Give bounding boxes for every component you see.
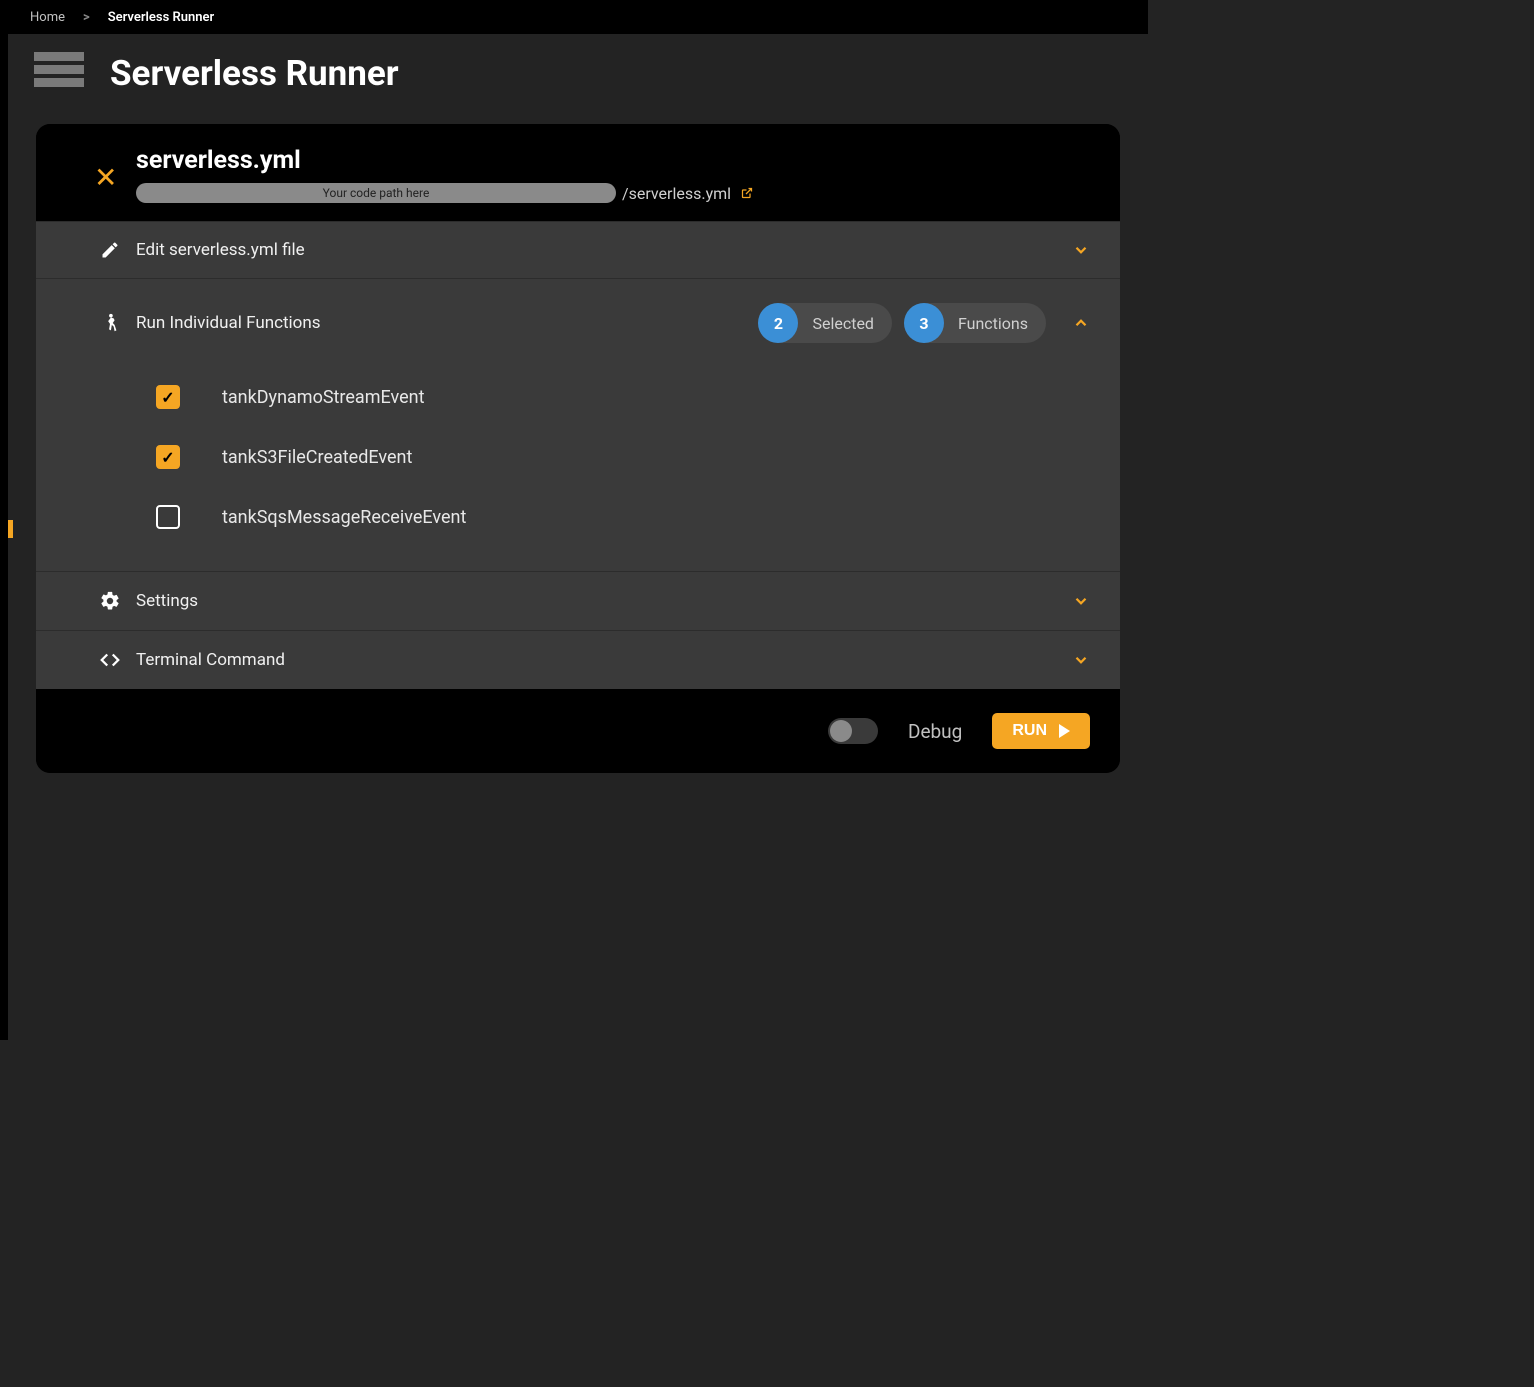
functions-count: 3 bbox=[904, 303, 944, 343]
function-row[interactable]: tankS3FileCreatedEvent bbox=[36, 427, 1120, 487]
pencil-icon bbox=[98, 240, 122, 260]
section-settings: Settings bbox=[36, 571, 1120, 630]
function-name: tankDynamoStreamEvent bbox=[222, 387, 424, 408]
section-terminal-label: Terminal Command bbox=[136, 650, 1058, 670]
function-count-badges: 2 Selected 3 Functions bbox=[758, 303, 1046, 343]
code-icon bbox=[98, 649, 122, 671]
breadcrumb-home[interactable]: Home bbox=[30, 10, 65, 25]
page-title: Serverless Runner bbox=[110, 53, 399, 94]
file-name: serverless.yml bbox=[136, 146, 1090, 175]
function-checkbox[interactable] bbox=[156, 385, 180, 409]
functions-label: Functions bbox=[958, 314, 1028, 333]
breadcrumb-current: Serverless Runner bbox=[108, 10, 215, 25]
play-icon bbox=[1059, 724, 1070, 738]
section-run-label: Run Individual Functions bbox=[136, 313, 744, 333]
close-icon[interactable]: ✕ bbox=[94, 164, 117, 192]
function-list: tankDynamoStreamEvent tankS3FileCreatedE… bbox=[36, 367, 1120, 571]
section-terminal: Terminal Command bbox=[36, 630, 1120, 689]
section-edit-label: Edit serverless.yml file bbox=[136, 240, 1058, 260]
toggle-knob bbox=[830, 720, 852, 742]
breadcrumb: Home > Serverless Runner bbox=[8, 0, 1148, 34]
code-path-input[interactable]: Your code path here bbox=[136, 183, 616, 203]
functions-badge: 3 Functions bbox=[904, 303, 1046, 343]
section-run-header[interactable]: Run Individual Functions 2 Selected 3 Fu… bbox=[36, 279, 1120, 367]
page-header: Serverless Runner bbox=[8, 34, 1148, 106]
card-header: ✕ serverless.yml Your code path here /se… bbox=[36, 124, 1120, 221]
section-edit-header[interactable]: Edit serverless.yml file bbox=[36, 222, 1120, 278]
section-terminal-header[interactable]: Terminal Command bbox=[36, 631, 1120, 689]
section-settings-header[interactable]: Settings bbox=[36, 572, 1120, 630]
section-edit: Edit serverless.yml file bbox=[36, 221, 1120, 278]
debug-toggle[interactable] bbox=[828, 718, 878, 744]
section-settings-label: Settings bbox=[136, 591, 1058, 611]
function-row[interactable]: tankDynamoStreamEvent bbox=[36, 367, 1120, 427]
breadcrumb-separator: > bbox=[83, 10, 90, 25]
file-path-tail: /serverless.yml bbox=[622, 184, 731, 203]
chevron-down-icon bbox=[1072, 241, 1090, 259]
function-row[interactable]: tankSqsMessageReceiveEvent bbox=[36, 487, 1120, 547]
run-button[interactable]: RUN bbox=[992, 713, 1090, 749]
open-external-icon[interactable] bbox=[741, 187, 753, 199]
selected-count: 2 bbox=[758, 303, 798, 343]
section-run-functions: Run Individual Functions 2 Selected 3 Fu… bbox=[36, 278, 1120, 571]
card-footer: Debug RUN bbox=[36, 689, 1120, 773]
function-checkbox[interactable] bbox=[156, 505, 180, 529]
selected-badge: 2 Selected bbox=[758, 303, 891, 343]
selected-label: Selected bbox=[812, 314, 873, 333]
gear-icon bbox=[98, 590, 122, 612]
file-path-row: Your code path here /serverless.yml bbox=[136, 183, 1090, 203]
runner-card: ✕ serverless.yml Your code path here /se… bbox=[36, 124, 1120, 773]
function-checkbox[interactable] bbox=[156, 445, 180, 469]
sidebar-active-indicator bbox=[8, 520, 13, 538]
run-button-label: RUN bbox=[1012, 722, 1047, 740]
chevron-down-icon bbox=[1072, 651, 1090, 669]
run-person-icon bbox=[98, 312, 122, 334]
debug-label: Debug bbox=[908, 720, 962, 743]
function-name: tankS3FileCreatedEvent bbox=[222, 447, 412, 468]
serverless-logo-icon bbox=[34, 52, 84, 94]
function-name: tankSqsMessageReceiveEvent bbox=[222, 507, 466, 528]
chevron-down-icon bbox=[1072, 592, 1090, 610]
chevron-up-icon bbox=[1072, 314, 1090, 332]
